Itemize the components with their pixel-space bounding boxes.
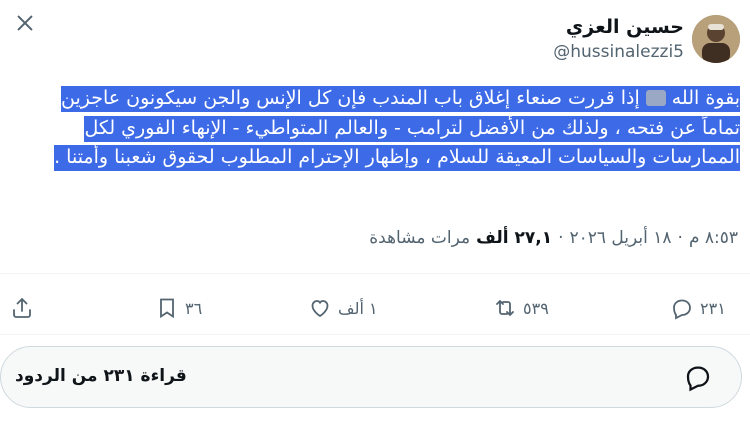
read-replies-button[interactable]: قراءة ٢٣١ من الردود: [0, 346, 742, 408]
read-replies-label: قراءة ٢٣١ من الردود: [15, 366, 187, 386]
avatar-image: [692, 15, 740, 63]
meta-separator-2: ·: [558, 228, 564, 248]
views-count: ٢٧,١ ألف: [476, 228, 553, 248]
tweet-date[interactable]: ١٨ أبريل ٢٠٢٦: [569, 228, 671, 248]
meta-separator: ·: [677, 228, 683, 248]
action-bar: ٢٣١ ٥٣٩ ١ ألف ٣٦: [0, 288, 750, 328]
bookmark-button[interactable]: ٣٦: [155, 288, 202, 328]
share-button[interactable]: [10, 288, 34, 328]
display-name[interactable]: حسين العزي: [553, 14, 684, 40]
tweet-text: بقوة اللهإذا قررت صنعاء إغلاق باب المندب…: [20, 84, 740, 173]
like-count: ١ ألف: [338, 298, 378, 318]
user-info: حسين العزي @hussinalezzi5: [553, 14, 684, 64]
reply-count: ٢٣١: [700, 298, 726, 318]
tweet-header: حسين العزي @hussinalezzi5: [553, 4, 740, 74]
retweet-count: ٥٣٩: [523, 298, 549, 318]
bookmark-icon: [160, 298, 174, 319]
emoji-icon: [645, 90, 666, 106]
retweet-button[interactable]: ٥٣٩: [493, 288, 549, 328]
bookmark-count: ٣٦: [185, 298, 203, 318]
reply-button[interactable]: ٢٣١: [670, 288, 726, 328]
views-label: مرات مشاهدة: [369, 228, 471, 248]
like-button[interactable]: ١ ألف: [308, 288, 378, 328]
divider-2: [0, 334, 750, 335]
avatar[interactable]: [692, 15, 740, 63]
close-icon: [17, 15, 33, 31]
share-icon: [13, 298, 31, 318]
divider: [0, 273, 750, 274]
user-handle[interactable]: @hussinalezzi5: [553, 40, 684, 64]
close-button[interactable]: [14, 12, 36, 34]
reply-icon: [673, 299, 691, 320]
like-icon: [311, 300, 329, 318]
tweet-text-part1: بقوة الله: [671, 87, 740, 109]
replies-bubble-icon: [686, 366, 710, 392]
tweet-meta: ٨:٥٣ م · ١٨ أبريل ٢٠٢٦ · ٢٧,١ ألف مرات م…: [369, 228, 738, 248]
tweet-time[interactable]: ٨:٥٣ م: [689, 228, 738, 248]
tweet-text-part2: إذا قررت صنعاء إغلاق باب المندب فإن كل ا…: [54, 87, 740, 168]
retweet-icon: [496, 300, 514, 316]
